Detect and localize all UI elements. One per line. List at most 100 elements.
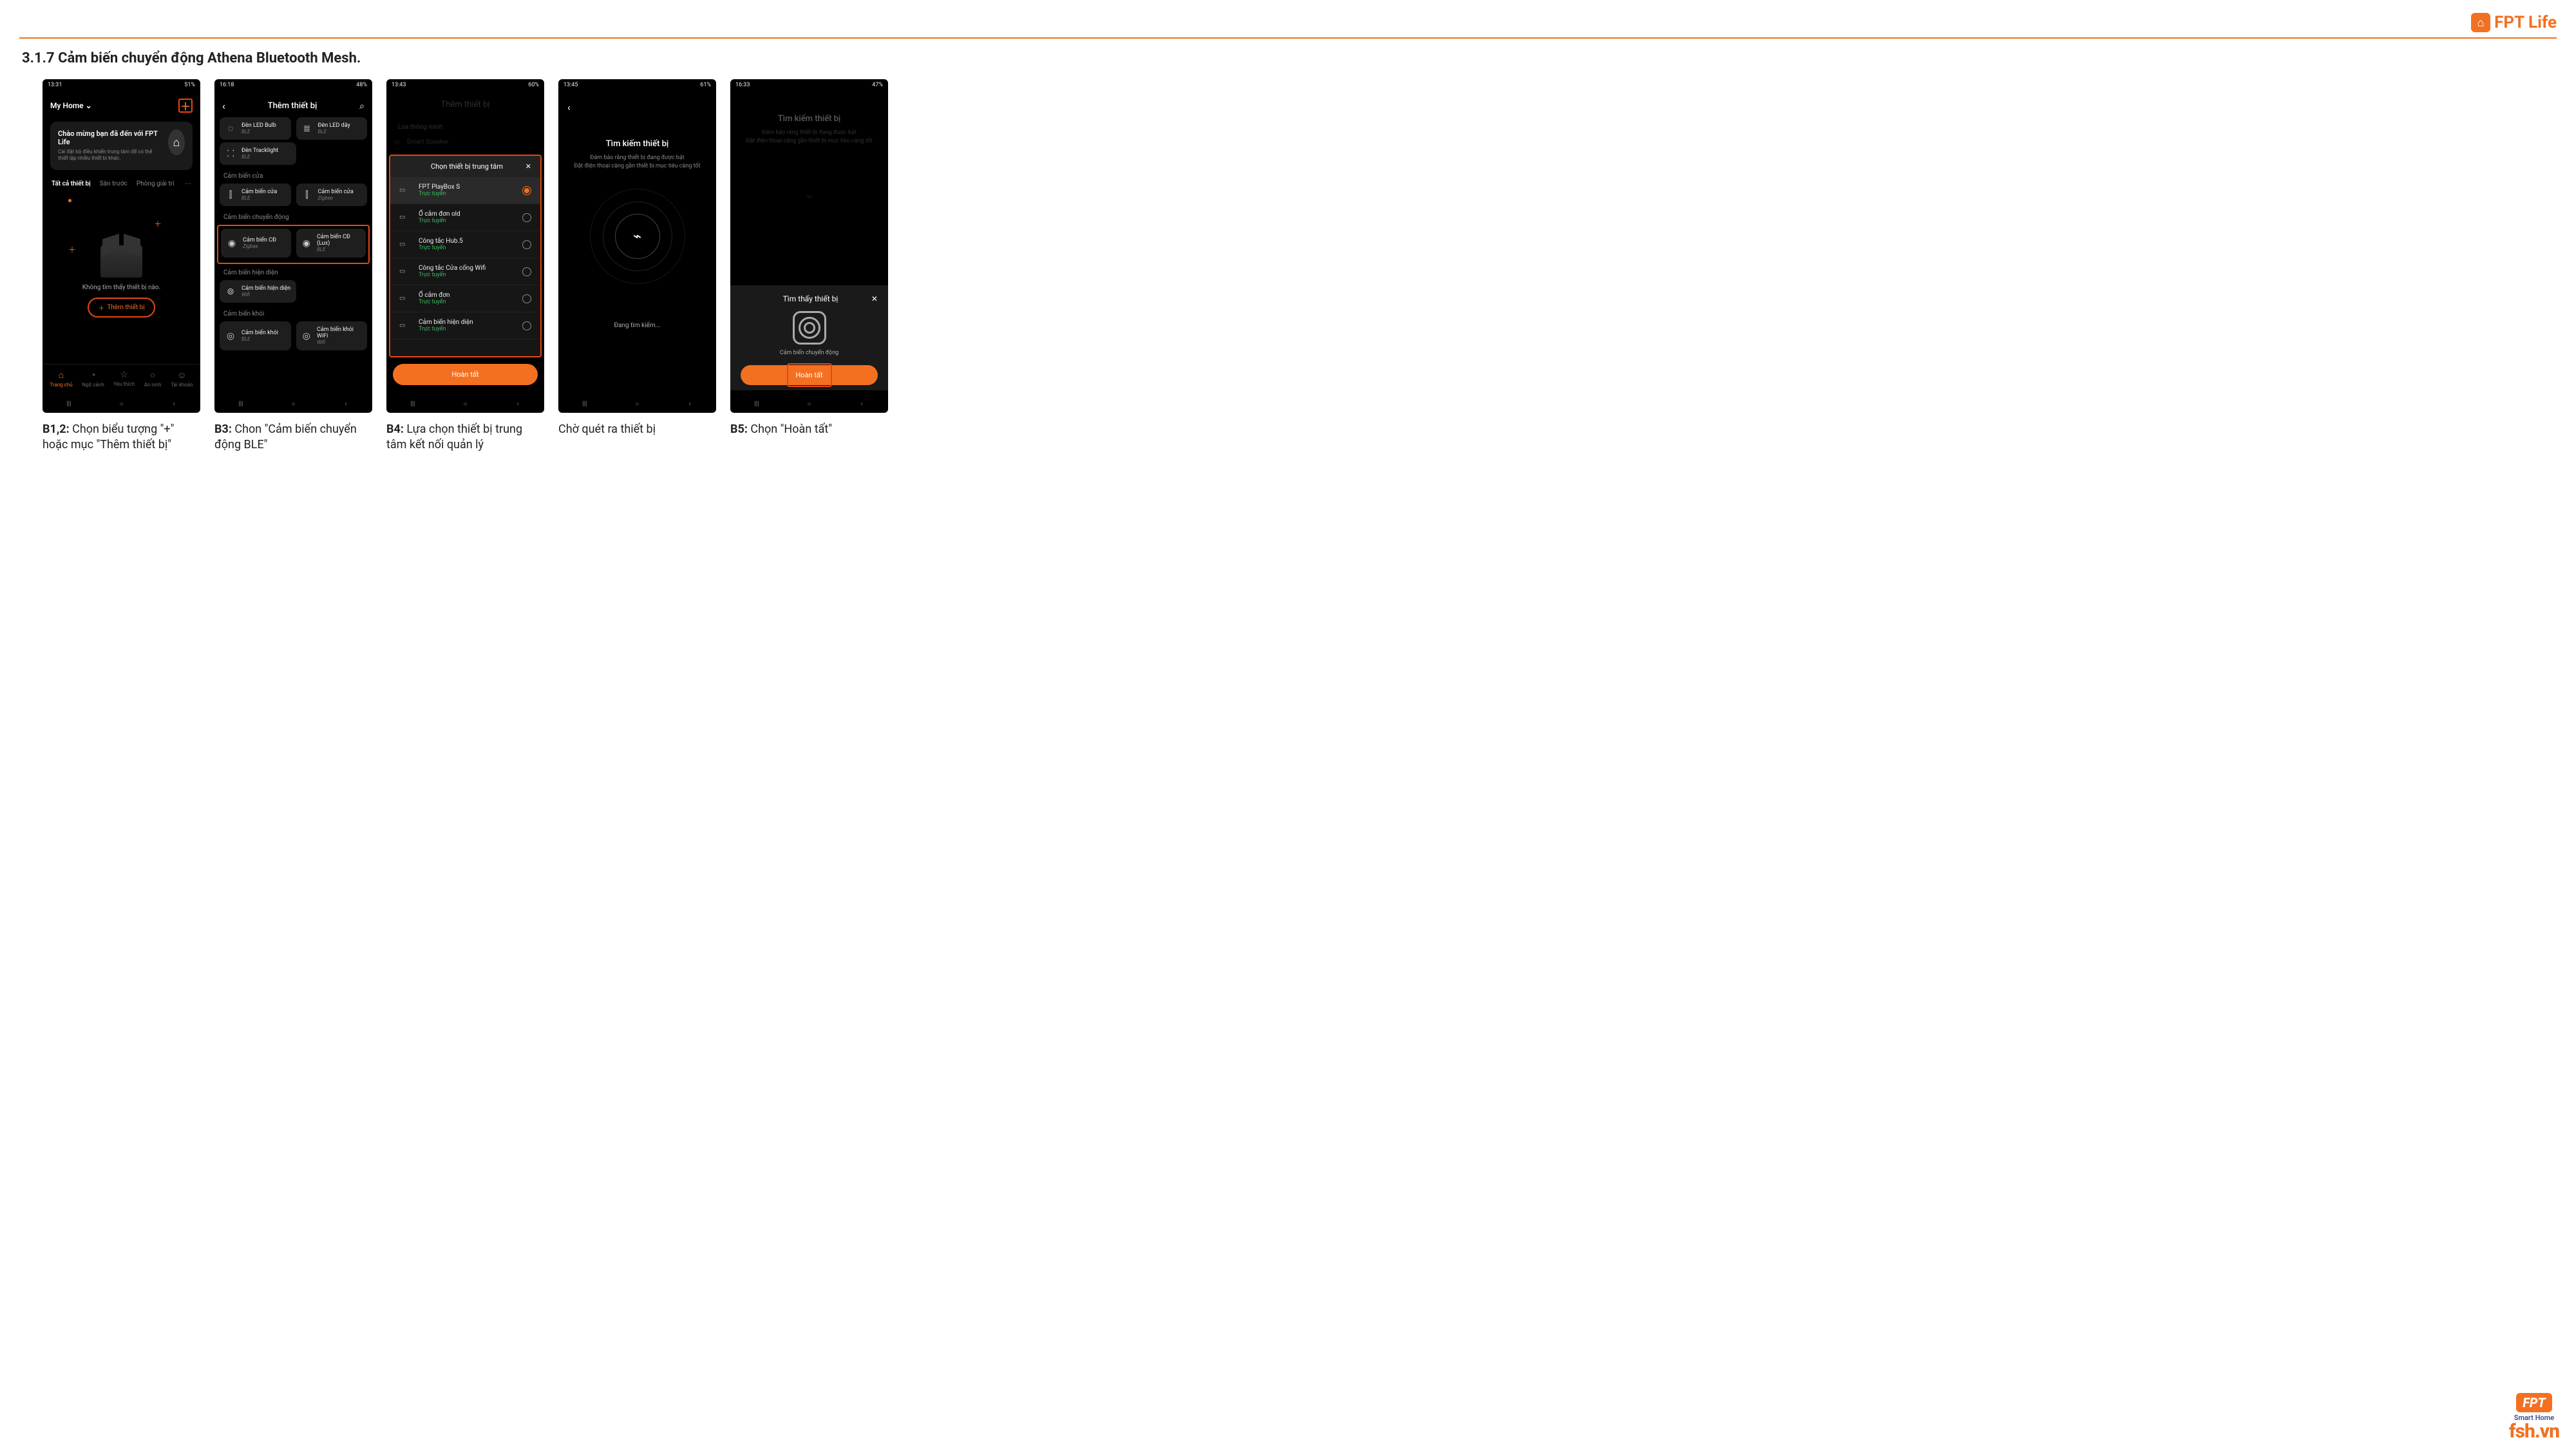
hub-row[interactable]: ▭Cảm biến hiện diệnTrực tuyến: [390, 312, 540, 339]
header-divider: [19, 37, 2557, 39]
status-battery: 60%: [528, 82, 539, 88]
status-battery: 47%: [872, 82, 883, 88]
android-home[interactable]: ○: [287, 401, 299, 408]
house-icon: ⌂: [2471, 13, 2490, 32]
device-type-card[interactable]: ◉Cảm biến CĐ (Lux)BLE: [296, 229, 366, 258]
tab-entertain[interactable]: Phòng giải trí: [137, 180, 175, 187]
house-icon: ⌂: [168, 129, 185, 155]
caption-3: B4: Lựa chọn thiết bị trung tâm kết nối …: [386, 422, 544, 453]
sheet-title: Chọn thiết bị trung tâm: [431, 162, 503, 171]
welcome-body: Cài đặt bộ điều khiển trung tâm để có th…: [58, 149, 162, 162]
screenshot-step-1: 13:31 51% My Home ⌄ ＋ Chào mừng bạn đã đ…: [43, 79, 200, 413]
search-hint: Đảm bảo rằng thiết bị đang được bậtĐặt đ…: [746, 129, 872, 145]
bluetooth-scanning-icon: ⌁: [615, 214, 660, 259]
close-icon[interactable]: ✕: [871, 294, 878, 303]
android-recent[interactable]: |||: [578, 401, 591, 408]
back-icon[interactable]: ‹: [567, 101, 571, 113]
device-type-card[interactable]: ◌Đèn LED BulbBLE: [220, 117, 291, 140]
found-title: Tìm thấy thiết bị: [783, 294, 838, 303]
tab-yard[interactable]: Sân trước: [100, 180, 128, 187]
device-type-card[interactable]: ◎Cảm biến khóiBLE: [220, 321, 291, 350]
device-type-card[interactable]: ◎Cảm biến khói WiFiWifi: [296, 321, 368, 350]
brand-name: FPT Life: [2494, 13, 2557, 32]
nav-account[interactable]: ☺Tài khoản: [171, 370, 193, 388]
add-device-button[interactable]: ＋ Thêm thiết bị: [88, 298, 155, 317]
status-time: 16:18: [220, 82, 234, 88]
nav-home[interactable]: ⌂Trang chủ: [50, 370, 72, 388]
nav-security[interactable]: ○An ninh: [144, 370, 162, 388]
status-battery: 51%: [184, 82, 195, 88]
nav-scene[interactable]: ◔Ngữ cảnh: [82, 370, 104, 388]
bluetooth-icon: ⌁: [805, 189, 813, 205]
screenshot-step-4: 13:45 61% ‹ Tìm kiếm thiết bị Đảm bảo rằ…: [558, 79, 716, 413]
android-home[interactable]: ○: [630, 401, 643, 408]
found-device-sheet: Tìm thấy thiết bị ✕ Cảm biến chuyển động…: [730, 285, 888, 390]
hub-row[interactable]: ▭Công tắc Hub.5Trực tuyến: [390, 231, 540, 258]
search-hint: Đảm bảo rằng thiết bị đang được bậtĐặt đ…: [574, 154, 700, 170]
android-home[interactable]: ○: [459, 401, 471, 408]
screen-title: Thêm thiết bị: [268, 101, 317, 111]
back-icon[interactable]: ‹: [222, 100, 225, 112]
status-time: 13:31: [48, 82, 62, 88]
android-recent[interactable]: |||: [62, 401, 75, 408]
device-type-card[interactable]: ◉Cảm biến CĐZigbee: [221, 229, 291, 258]
caption-5: B5: Chọn "Hoàn tất": [730, 422, 888, 437]
hub-row[interactable]: ▭FPT PlayBox STrực tuyến: [390, 177, 540, 204]
dim-title: Thêm thiết bị: [394, 100, 536, 109]
android-back[interactable]: ‹: [855, 401, 868, 408]
screenshot-step-2: 16:18 48% ‹ Thêm thiết bị ⌕ ◌Đèn LED Bul…: [214, 79, 372, 413]
android-recent[interactable]: |||: [406, 401, 419, 408]
device-name: Cảm biến chuyển động: [741, 350, 878, 356]
tab-all[interactable]: Tất cả thiết bị: [52, 180, 91, 187]
empty-message: Không tìm thấy thiết bị nào.: [82, 284, 161, 291]
screenshot-step-3: 13:43 60% Thêm thiết bị Loa thông minh ▭…: [386, 79, 544, 413]
empty-box-icon: [100, 245, 142, 278]
section-title: 3.1.7 Cảm biến chuyển động Athena Blueto…: [19, 50, 2557, 66]
done-button[interactable]: Hoàn tất: [741, 365, 878, 385]
android-back[interactable]: ‹: [339, 401, 352, 408]
search-icon[interactable]: ⌕: [359, 101, 365, 111]
device-type-card[interactable]: ⫿Cảm biến cửaZigbee: [296, 184, 368, 206]
device-type-card[interactable]: ≣Đèn LED dâyBLE: [296, 117, 368, 140]
hub-row[interactable]: ▭Công tắc Cửa cổng WifiTrực tuyến: [390, 258, 540, 285]
done-button[interactable]: Hoàn tất: [393, 364, 538, 385]
android-back[interactable]: ‹: [683, 401, 696, 408]
hub-row[interactable]: ▭Ổ cắm đơn oldTrực tuyến: [390, 204, 540, 231]
android-back[interactable]: ‹: [167, 401, 180, 408]
caption-2: B3: Chon "Cảm biến chuyển động BLE": [214, 422, 372, 453]
welcome-title: Chào mừng bạn đã đến với FPT Life: [58, 129, 162, 146]
android-recent[interactable]: |||: [234, 401, 247, 408]
highlight-box: [787, 363, 832, 387]
android-home[interactable]: ○: [802, 401, 815, 408]
caption-1: B1,2: Chọn biểu tượng "+" hoặc mục "Thêm…: [43, 422, 200, 453]
hub-row[interactable]: ▭Ổ cắm đơnTrực tuyến: [390, 285, 540, 312]
home-selector[interactable]: My Home ⌄: [50, 101, 92, 110]
status-time: 13:43: [392, 82, 406, 88]
screenshot-step-5: 16:33 47% Tìm kiếm thiết bị Đảm bảo rằng…: [730, 79, 888, 413]
nav-fav[interactable]: ☆Yêu thích: [113, 370, 135, 388]
add-button[interactable]: ＋: [178, 99, 193, 113]
search-title: Tìm kiếm thiết bị: [778, 114, 841, 124]
welcome-card: Chào mừng bạn đã đến với FPT Life Cài đặ…: [50, 122, 193, 170]
search-title: Tìm kiếm thiết bị: [606, 139, 669, 149]
footer-logo: FPT Smart Home fsh.vn: [2509, 1393, 2559, 1441]
bottom-nav: ⌂Trang chủ ◔Ngữ cảnh ☆Yêu thích ○An ninh…: [43, 364, 200, 390]
android-home[interactable]: ○: [115, 401, 128, 408]
device-type-card[interactable]: ⫿Cảm biến cửaBLE: [220, 184, 291, 206]
plus-icon: ＋: [154, 218, 162, 229]
device-type-card[interactable]: ⊚Cảm biến hiện diệnWifi: [220, 280, 296, 303]
caption-4: Chờ quét ra thiết bị: [558, 422, 716, 437]
hub-selection-sheet: Chọn thiết bị trung tâm ✕ ▭FPT PlayBox S…: [389, 155, 542, 357]
status-battery: 61%: [700, 82, 711, 88]
plus-icon: ＋: [68, 244, 76, 255]
android-recent[interactable]: |||: [750, 401, 763, 408]
device-type-card[interactable]: ⸬Đèn TracklightBLE: [220, 142, 296, 165]
more-icon[interactable]: ⋯: [185, 180, 191, 187]
motion-sensor-icon: [793, 311, 826, 345]
brand-logo: ⌂ FPT Life: [2471, 13, 2557, 32]
searching-label: Đang tìm kiếm...: [614, 322, 660, 329]
android-back[interactable]: ‹: [511, 401, 524, 408]
status-battery: 48%: [356, 82, 367, 88]
close-icon[interactable]: ✕: [526, 162, 531, 171]
status-time: 13:45: [564, 82, 578, 88]
